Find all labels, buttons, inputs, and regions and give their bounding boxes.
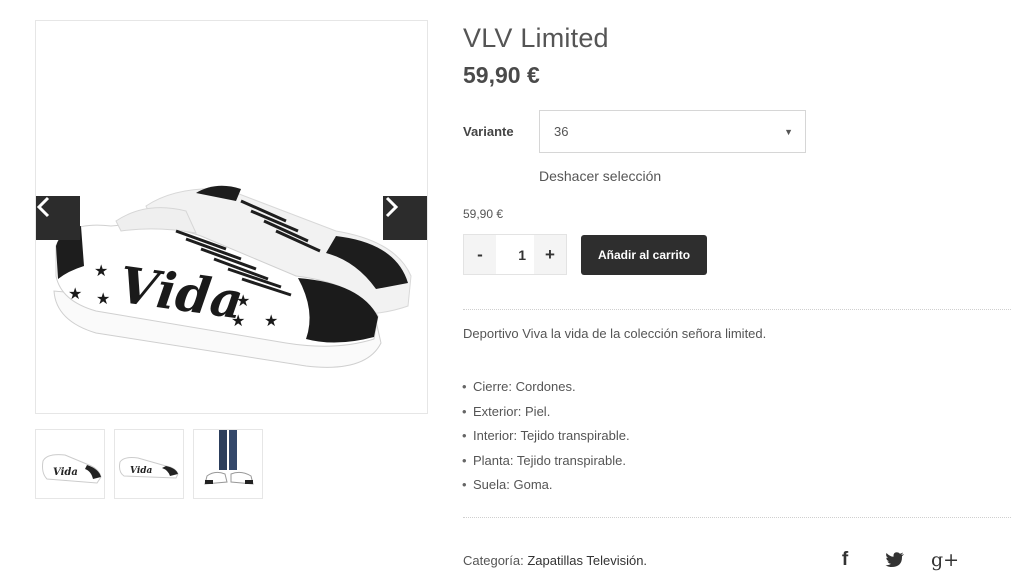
gallery-prev-button[interactable] — [36, 196, 80, 240]
chevron-left-icon — [36, 196, 50, 218]
list-item: Exterior: Piel. — [462, 400, 630, 425]
svg-text:★: ★ — [236, 291, 250, 310]
list-item: Cierre: Cordones. — [462, 375, 630, 400]
product-price: 59,90 € — [463, 62, 540, 88]
thumbnail-sneaker-side: Vida — [119, 457, 179, 479]
variation-price: 59,90 € — [463, 207, 504, 221]
svg-text:Vida: Vida — [53, 467, 78, 478]
list-item: Interior: Tejido transpirable. — [462, 424, 630, 449]
gallery-next-button[interactable] — [383, 196, 427, 240]
google-plus-icon[interactable]: g+ — [931, 548, 959, 572]
reset-variations-link[interactable]: Deshacer selección — [539, 168, 661, 184]
quantity-decrease-button[interactable]: - — [464, 235, 496, 274]
product-summary: VLV Limited 59,90 € Variante 36 ▼ Deshac… — [462, 20, 1011, 571]
variant-select[interactable]: 36 ▼ — [539, 110, 806, 153]
share-icons: f g+ — [833, 548, 959, 572]
chevron-down-icon: ▼ — [784, 126, 793, 137]
category-link[interactable]: Zapatillas Televisión. — [527, 553, 647, 568]
product-meta: Categoría: Zapatillas Televisión. — [463, 553, 647, 568]
svg-text:★: ★ — [264, 311, 278, 330]
divider — [463, 309, 1011, 310]
svg-text:★: ★ — [231, 311, 245, 330]
variant-row: Variante 36 ▼ — [463, 110, 806, 153]
svg-text:★: ★ — [94, 261, 108, 280]
quantity-stepper: - + — [463, 234, 567, 275]
thumbnail-3[interactable] — [193, 429, 263, 499]
thumbnail-2[interactable]: Vida — [114, 429, 184, 499]
product-title: VLV Limited — [463, 23, 609, 53]
product-features-list: Cierre: Cordones. Exterior: Piel. Interi… — [462, 375, 630, 498]
category-label: Categoría: — [463, 553, 524, 568]
product-description: Deportivo Viva la vida de la colección s… — [463, 326, 767, 341]
product-main-image[interactable]: Vida ★ ★ ★ ★ ★ ★ — [35, 20, 428, 414]
list-item: Suela: Goma. — [462, 473, 630, 498]
thumbnail-1[interactable]: Vida — [35, 429, 105, 499]
gallery-thumbnails: Vida Vida — [35, 429, 263, 499]
chevron-right-icon — [385, 196, 399, 218]
quantity-input[interactable] — [496, 235, 534, 274]
list-item: Planta: Tejido transpirable. — [462, 449, 630, 474]
svg-text:★: ★ — [96, 289, 110, 308]
add-to-cart-form: - + Añadir al carrito — [463, 234, 708, 275]
variant-label: Variante — [463, 124, 514, 139]
sneaker-illustration: Vida ★★ ★ ★★★ — [53, 185, 412, 368]
quantity-increase-button[interactable]: + — [534, 235, 566, 274]
twitter-icon[interactable] — [883, 548, 907, 572]
svg-text:Vida: Vida — [130, 466, 153, 476]
svg-text:★: ★ — [68, 284, 82, 303]
add-to-cart-button[interactable]: Añadir al carrito — [581, 234, 708, 275]
variant-selected-value: 36 — [554, 124, 569, 139]
divider — [463, 517, 1011, 518]
thumbnail-sneaker-pair: Vida — [42, 454, 102, 484]
facebook-icon[interactable]: f — [833, 548, 857, 572]
twitter-bird-shape — [885, 552, 904, 567]
thumbnail-worn-sneakers — [204, 430, 254, 485]
